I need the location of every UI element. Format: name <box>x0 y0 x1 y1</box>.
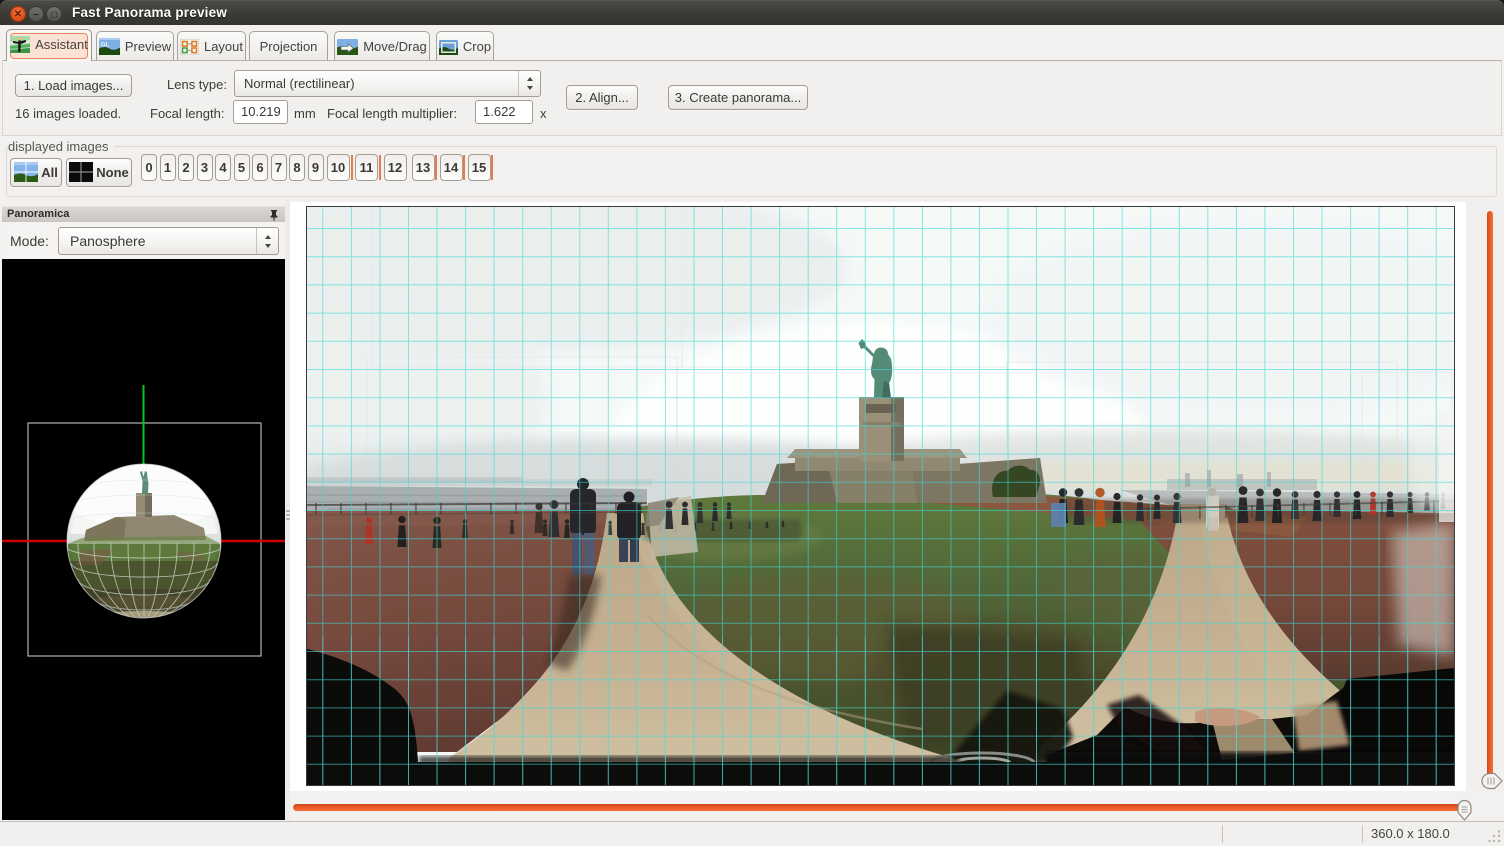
svg-text:GL: GL <box>100 42 109 49</box>
